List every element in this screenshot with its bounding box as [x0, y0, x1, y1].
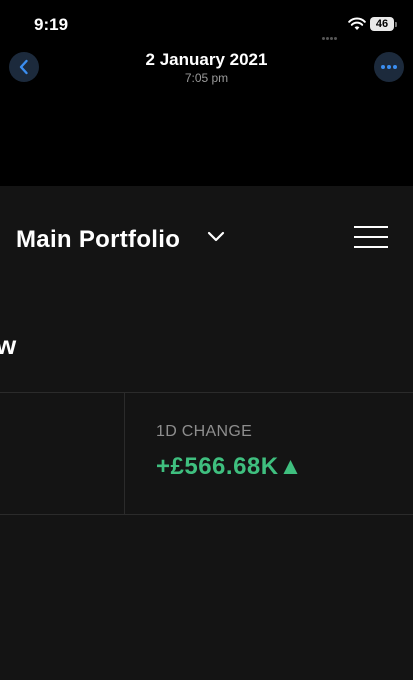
divider: [0, 514, 413, 515]
portfolio-title[interactable]: Main Portfolio: [16, 226, 180, 254]
more-button[interactable]: [374, 52, 404, 82]
change-value: +£566.68K▲: [156, 453, 303, 480]
more-icon: [381, 65, 397, 69]
header-date: 2 January 2021: [145, 50, 268, 69]
status-time: 9:19: [34, 15, 69, 34]
hamburger-menu-icon[interactable]: [354, 226, 388, 252]
section-heading: w: [0, 330, 17, 360]
cellular-signal-icon: [322, 27, 340, 40]
wifi-icon: [348, 17, 366, 31]
divider: [0, 392, 413, 393]
divider: [124, 392, 125, 515]
chevron-down-icon[interactable]: [206, 230, 226, 244]
change-label: 1D CHANGE: [156, 423, 253, 440]
header-time: 7:05 pm: [184, 71, 229, 85]
battery-indicator: 46: [370, 17, 394, 31]
battery-cap: [395, 22, 397, 27]
